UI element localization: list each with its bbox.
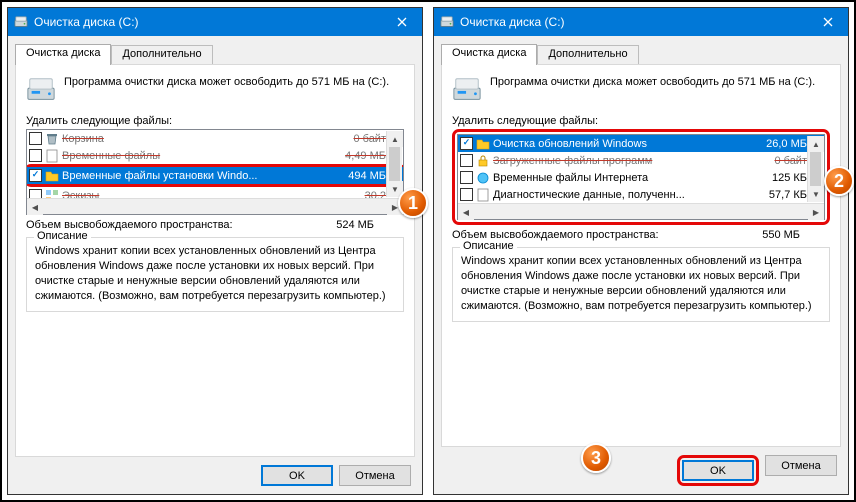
tabstrip: Очистка диска Дополнительно	[441, 43, 841, 64]
thumbs-icon	[45, 189, 59, 199]
checkbox[interactable]	[460, 154, 473, 167]
scroll-up-icon[interactable]: ▲	[387, 131, 403, 147]
screenshot-canvas: Очистка диска (C:) Очистка диска Дополни…	[0, 0, 856, 502]
titlebar[interactable]: Очистка диска (C:)	[8, 8, 422, 36]
tab-disk-cleanup[interactable]: Очистка диска	[15, 44, 111, 65]
disk-cleanup-window-left: Очистка диска (C:) Очистка диска Дополни…	[7, 7, 423, 495]
drive-icon	[14, 15, 28, 29]
group-title: Описание	[34, 230, 91, 242]
total-value: 550 МБ	[762, 229, 830, 241]
checkbox[interactable]	[29, 132, 42, 145]
tab-disk-cleanup[interactable]: Очистка диска	[441, 44, 537, 65]
ok-button-highlight: OK	[677, 455, 759, 486]
item-name: Временные файлы Интернета	[493, 172, 761, 184]
scroll-thumb[interactable]	[389, 147, 400, 181]
file-icon	[45, 149, 59, 163]
files-listbox[interactable]: Корзина 0 байт Временные файлы 4,49 МБ	[26, 129, 404, 215]
info-text: Программа очистки диска может освободить…	[64, 75, 389, 105]
scroll-down-icon[interactable]: ▼	[808, 186, 824, 202]
lock-icon	[476, 154, 490, 168]
scroll-right-icon[interactable]: ▶	[808, 204, 824, 220]
globe-icon	[476, 171, 490, 185]
close-button[interactable]	[382, 8, 422, 36]
description-text: Windows хранит копии всех установленных …	[35, 244, 395, 303]
info-text: Программа очистки диска может освободить…	[490, 75, 815, 105]
item-name: Временные файлы установки Windo...	[62, 170, 340, 182]
folder-icon	[476, 137, 490, 151]
item-name: Диагностические данные, полученн...	[493, 189, 761, 201]
item-name: Эскизы	[62, 190, 340, 199]
item-name: Очистка обновлений Windows	[493, 138, 761, 150]
group-title: Описание	[460, 240, 517, 252]
item-name: Корзина	[62, 133, 340, 145]
titlebar[interactable]: Очистка диска (C:)	[434, 8, 848, 36]
cancel-button[interactable]: Отмена	[765, 455, 837, 476]
list-item[interactable]: Загруженные файлы программ 0 байт	[458, 152, 824, 169]
item-name: Временные файлы	[62, 150, 340, 162]
callout-badge-3: 3	[581, 443, 611, 473]
cancel-button[interactable]: Отмена	[339, 465, 411, 486]
checkbox[interactable]	[29, 189, 42, 198]
list-item[interactable]: Корзина 0 байт	[27, 130, 403, 147]
files-listbox[interactable]: Очистка обновлений Windows 26,0 МБ Загру…	[457, 134, 825, 220]
tab-advanced[interactable]: Дополнительно	[537, 45, 638, 64]
vertical-scrollbar[interactable]: ▲ ▼	[807, 136, 823, 202]
tab-advanced[interactable]: Дополнительно	[111, 45, 212, 64]
description-group: Описание Windows хранит копии всех устан…	[452, 247, 830, 322]
ok-button[interactable]: OK	[261, 465, 333, 486]
list-item[interactable]: Временные файлы установки Windo... 494 М…	[27, 167, 403, 184]
window-title: Очистка диска (C:)	[34, 15, 139, 29]
item-name: Загруженные файлы программ	[493, 155, 761, 167]
scroll-thumb[interactable]	[810, 152, 821, 186]
folder-icon	[45, 169, 59, 183]
drive-icon	[440, 15, 454, 29]
close-button[interactable]	[808, 8, 848, 36]
description-group: Описание Windows хранит копии всех устан…	[26, 237, 404, 312]
vertical-scrollbar[interactable]: ▲ ▼	[386, 131, 402, 197]
checkbox[interactable]	[460, 137, 473, 150]
delete-files-label: Удалить следующие файлы:	[26, 115, 404, 127]
list-item[interactable]: Диагностические данные, полученн... 57,7…	[458, 186, 824, 203]
horizontal-scrollbar[interactable]: ◀ ▶	[27, 198, 403, 214]
description-text: Windows хранит копии всех установленных …	[461, 254, 821, 313]
checkbox[interactable]	[460, 171, 473, 184]
files-list-container: Корзина 0 байт Временные файлы 4,49 МБ	[26, 129, 404, 215]
files-list-container: Очистка обновлений Windows 26,0 МБ Загру…	[452, 129, 830, 225]
scroll-left-icon[interactable]: ◀	[27, 199, 43, 215]
tabstrip: Очистка диска Дополнительно	[15, 43, 415, 64]
drive-large-icon	[452, 75, 482, 105]
callout-badge-1: 1	[398, 188, 428, 218]
list-item[interactable]: Временные файлы 4,49 МБ	[27, 147, 403, 164]
disk-cleanup-window-right: Очистка диска (C:) Очистка диска Дополни…	[433, 7, 849, 495]
window-title: Очистка диска (C:)	[460, 15, 565, 29]
recycle-bin-icon	[45, 132, 59, 146]
delete-files-label: Удалить следующие файлы:	[452, 115, 830, 127]
file-icon	[476, 188, 490, 202]
scroll-up-icon[interactable]: ▲	[808, 136, 824, 152]
scroll-left-icon[interactable]: ◀	[458, 204, 474, 220]
list-item[interactable]: Временные файлы Интернета 125 КБ	[458, 169, 824, 186]
drive-large-icon	[26, 75, 56, 105]
horizontal-scrollbar[interactable]: ◀ ▶	[458, 203, 824, 219]
callout-badge-2: 2	[824, 166, 854, 196]
list-item[interactable]: Эскизы 30,2	[27, 187, 403, 198]
checkbox[interactable]	[29, 169, 42, 182]
total-value: 524 МБ	[336, 219, 404, 231]
checkbox[interactable]	[460, 188, 473, 201]
checkbox[interactable]	[29, 149, 42, 162]
ok-button[interactable]: OK	[682, 460, 754, 481]
list-item[interactable]: Очистка обновлений Windows 26,0 МБ	[458, 135, 824, 152]
